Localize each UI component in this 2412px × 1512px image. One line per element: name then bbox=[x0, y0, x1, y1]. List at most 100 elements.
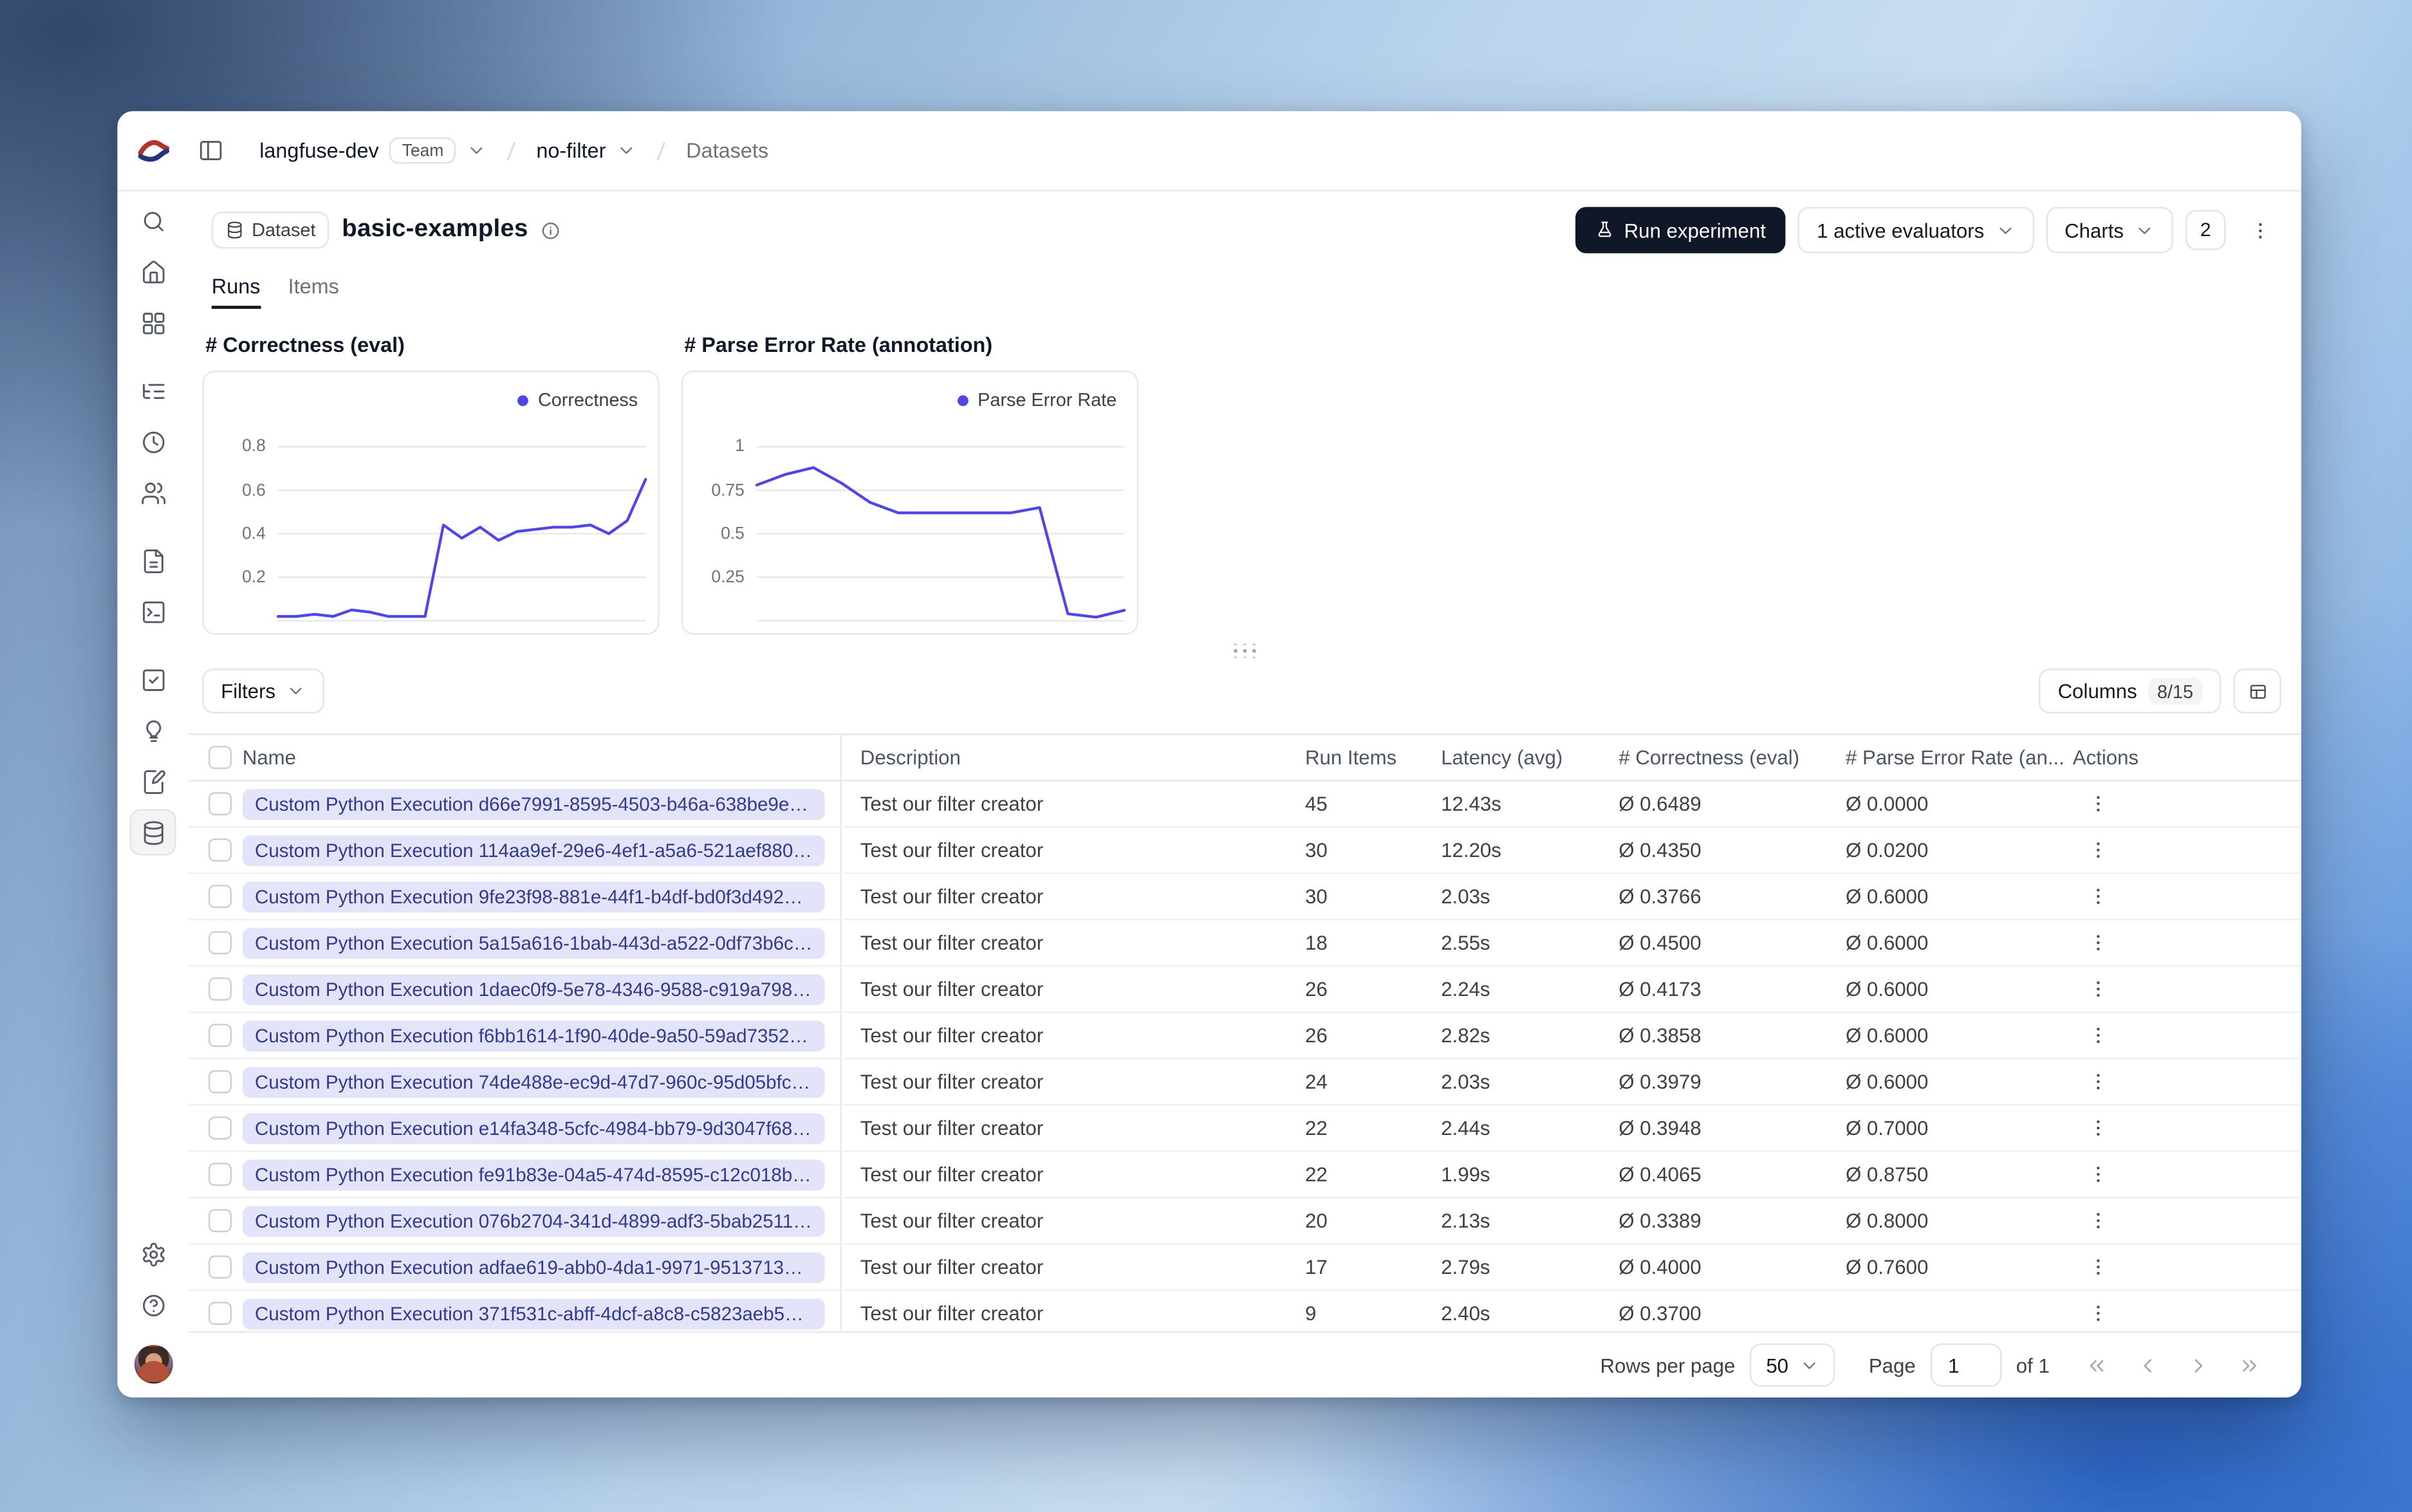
rows-per-page-select[interactable]: 50 bbox=[1750, 1343, 1835, 1387]
organization-selector[interactable]: langfuse-dev Team bbox=[259, 137, 487, 164]
kebab-menu-icon bbox=[2095, 889, 2099, 905]
sidebar-item-prompts[interactable] bbox=[130, 537, 176, 584]
run-name-link[interactable]: Custom Python Execution 5a15a616-1bab-44… bbox=[242, 927, 825, 959]
charts-label: Charts bbox=[2064, 218, 2124, 242]
sidebar-item-sessions[interactable] bbox=[130, 418, 176, 465]
row-actions-menu-button[interactable] bbox=[2076, 1108, 2119, 1148]
previous-page-button[interactable] bbox=[2125, 1343, 2168, 1387]
kebab-menu-icon bbox=[2095, 1259, 2099, 1275]
column-header-run-items: Run Items bbox=[1305, 746, 1397, 770]
table-view-options-button[interactable] bbox=[2233, 668, 2281, 714]
row-actions-menu-button[interactable] bbox=[2076, 1201, 2119, 1240]
row-actions-menu-button[interactable] bbox=[2076, 969, 2119, 1009]
row-checkbox[interactable] bbox=[209, 1209, 231, 1232]
last-page-button[interactable] bbox=[2227, 1343, 2270, 1387]
run-name-link[interactable]: Custom Python Execution 076b2704-341d-48… bbox=[242, 1205, 825, 1237]
row-actions-menu-button[interactable] bbox=[2076, 1015, 2119, 1055]
row-actions-menu-button[interactable] bbox=[2076, 784, 2119, 824]
first-page-button[interactable] bbox=[2074, 1343, 2117, 1387]
run-name-link[interactable]: Custom Python Execution 371f531c-abff-4d… bbox=[242, 1298, 825, 1329]
row-actions-menu-button[interactable] bbox=[2076, 923, 2119, 963]
run-name-link[interactable]: Custom Python Execution d66e7991-8595-45… bbox=[242, 788, 825, 820]
kebab-menu-icon bbox=[2095, 1213, 2099, 1229]
sidebar-item-settings[interactable] bbox=[130, 1231, 176, 1277]
row-checkbox[interactable] bbox=[209, 1024, 231, 1047]
header-actions: Run experiment 1 active evaluators Chart… bbox=[1574, 207, 2281, 254]
sidebar-item-support[interactable] bbox=[130, 1282, 176, 1328]
sidebar-item-users[interactable] bbox=[130, 470, 176, 516]
sidebar-item-dashboards[interactable] bbox=[130, 300, 176, 346]
dataset-info-button[interactable] bbox=[541, 220, 561, 240]
run-correctness: Ø 0.4350 bbox=[1619, 838, 1702, 862]
row-actions-menu-button[interactable] bbox=[2076, 830, 2119, 870]
tab-items[interactable]: Items bbox=[288, 275, 339, 309]
run-parse-error-rate: Ø 0.6000 bbox=[1846, 885, 1929, 908]
page-title: basic-examples bbox=[342, 216, 528, 243]
sidebar-item-playground[interactable] bbox=[130, 588, 176, 634]
sidebar-item-search[interactable] bbox=[130, 198, 176, 244]
charts-dropdown[interactable]: Charts bbox=[2046, 207, 2173, 254]
more-actions-button[interactable] bbox=[2238, 208, 2281, 252]
select-all-checkbox[interactable] bbox=[209, 746, 231, 769]
row-checkbox[interactable] bbox=[209, 1302, 231, 1325]
sidebar-item-home[interactable] bbox=[130, 248, 176, 295]
row-actions-menu-button[interactable] bbox=[2076, 1247, 2119, 1287]
row-actions-menu-button[interactable] bbox=[2076, 1154, 2119, 1194]
run-name-link[interactable]: Custom Python Execution 114aa9ef-29e6-4e… bbox=[242, 834, 825, 866]
run-name-link[interactable]: Custom Python Execution e14fa348-5cfc-49… bbox=[242, 1112, 825, 1144]
row-actions-menu-button[interactable] bbox=[2076, 876, 2119, 916]
sidebar-item-judge[interactable] bbox=[130, 707, 176, 753]
organization-name: langfuse-dev bbox=[259, 139, 379, 163]
active-evaluators-dropdown[interactable]: 1 active evaluators bbox=[1798, 207, 2034, 254]
charts-section: # Correctness (eval) Correctness 0.2 0.4 0… bbox=[202, 333, 2281, 635]
run-name-link[interactable]: Custom Python Execution fe91b83e-04a5-47… bbox=[242, 1159, 825, 1190]
run-name-link[interactable]: Custom Python Execution 9fe23f98-881e-44… bbox=[242, 881, 825, 912]
next-page-button[interactable] bbox=[2176, 1343, 2220, 1387]
row-checkbox[interactable] bbox=[209, 1255, 231, 1278]
run-name-link[interactable]: Custom Python Execution 74de488e-ec9d-47… bbox=[242, 1066, 825, 1098]
sidebar-item-datasets[interactable] bbox=[129, 809, 176, 856]
chart-title: # Parse Error Rate (annotation) bbox=[684, 333, 993, 357]
chart-resize-handle[interactable] bbox=[1230, 643, 1259, 658]
row-checkbox[interactable] bbox=[209, 1116, 231, 1139]
run-latency: 12.43s bbox=[1441, 792, 1501, 816]
columns-count-badge: 8/15 bbox=[2148, 678, 2203, 705]
row-checkbox[interactable] bbox=[209, 1070, 231, 1093]
row-checkbox[interactable] bbox=[209, 977, 231, 1000]
sidebar-toggle-button[interactable] bbox=[189, 129, 232, 172]
sidebar-item-annotation[interactable] bbox=[130, 758, 176, 804]
columns-label: Columns bbox=[2057, 679, 2137, 703]
run-name-link[interactable]: Custom Python Execution adfae619-abb0-4d… bbox=[242, 1251, 825, 1283]
run-latency: 2.82s bbox=[1441, 1024, 1490, 1047]
column-header-actions: Actions bbox=[2072, 746, 2139, 770]
filters-button[interactable]: Filters bbox=[202, 668, 325, 714]
project-name: no-filter bbox=[536, 139, 606, 163]
sidebar-item-evaluation[interactable] bbox=[130, 656, 176, 703]
chevron-down-icon bbox=[1803, 1361, 1815, 1369]
table-row: Custom Python Execution 371f531c-abff-4d… bbox=[189, 1291, 2301, 1331]
langfuse-logo[interactable] bbox=[117, 139, 188, 162]
page-number-input[interactable] bbox=[1931, 1343, 2003, 1387]
row-checkbox[interactable] bbox=[209, 885, 231, 908]
user-avatar[interactable] bbox=[133, 1345, 172, 1384]
project-selector[interactable]: no-filter bbox=[536, 139, 636, 162]
row-actions-menu-button[interactable] bbox=[2076, 1293, 2119, 1331]
run-parse-error-rate: Ø 0.7000 bbox=[1846, 1116, 1929, 1140]
tab-runs[interactable]: Runs bbox=[211, 275, 261, 309]
sidebar-item-tracing[interactable] bbox=[130, 367, 176, 414]
row-checkbox[interactable] bbox=[209, 931, 231, 954]
table-footer: Rows per page 50 Page of 1 bbox=[188, 1331, 2302, 1397]
row-checkbox[interactable] bbox=[209, 1163, 231, 1186]
row-checkbox[interactable] bbox=[209, 792, 231, 815]
run-experiment-button[interactable]: Run experiment bbox=[1574, 207, 1786, 254]
run-items-count: 17 bbox=[1305, 1255, 1328, 1279]
kebab-menu-icon bbox=[2095, 935, 2099, 951]
run-name-link[interactable]: Custom Python Execution 1daec0f9-5e78-43… bbox=[242, 973, 825, 1005]
flask-icon bbox=[1597, 221, 1611, 237]
run-name-link[interactable]: Custom Python Execution f6bb1614-1f90-40… bbox=[242, 1020, 825, 1051]
run-correctness: Ø 0.4173 bbox=[1619, 977, 1702, 1001]
row-checkbox[interactable] bbox=[209, 838, 231, 862]
chevrons-right-icon bbox=[2242, 1359, 2256, 1371]
row-actions-menu-button[interactable] bbox=[2076, 1062, 2119, 1102]
columns-button[interactable]: Columns 8/15 bbox=[2039, 668, 2222, 714]
